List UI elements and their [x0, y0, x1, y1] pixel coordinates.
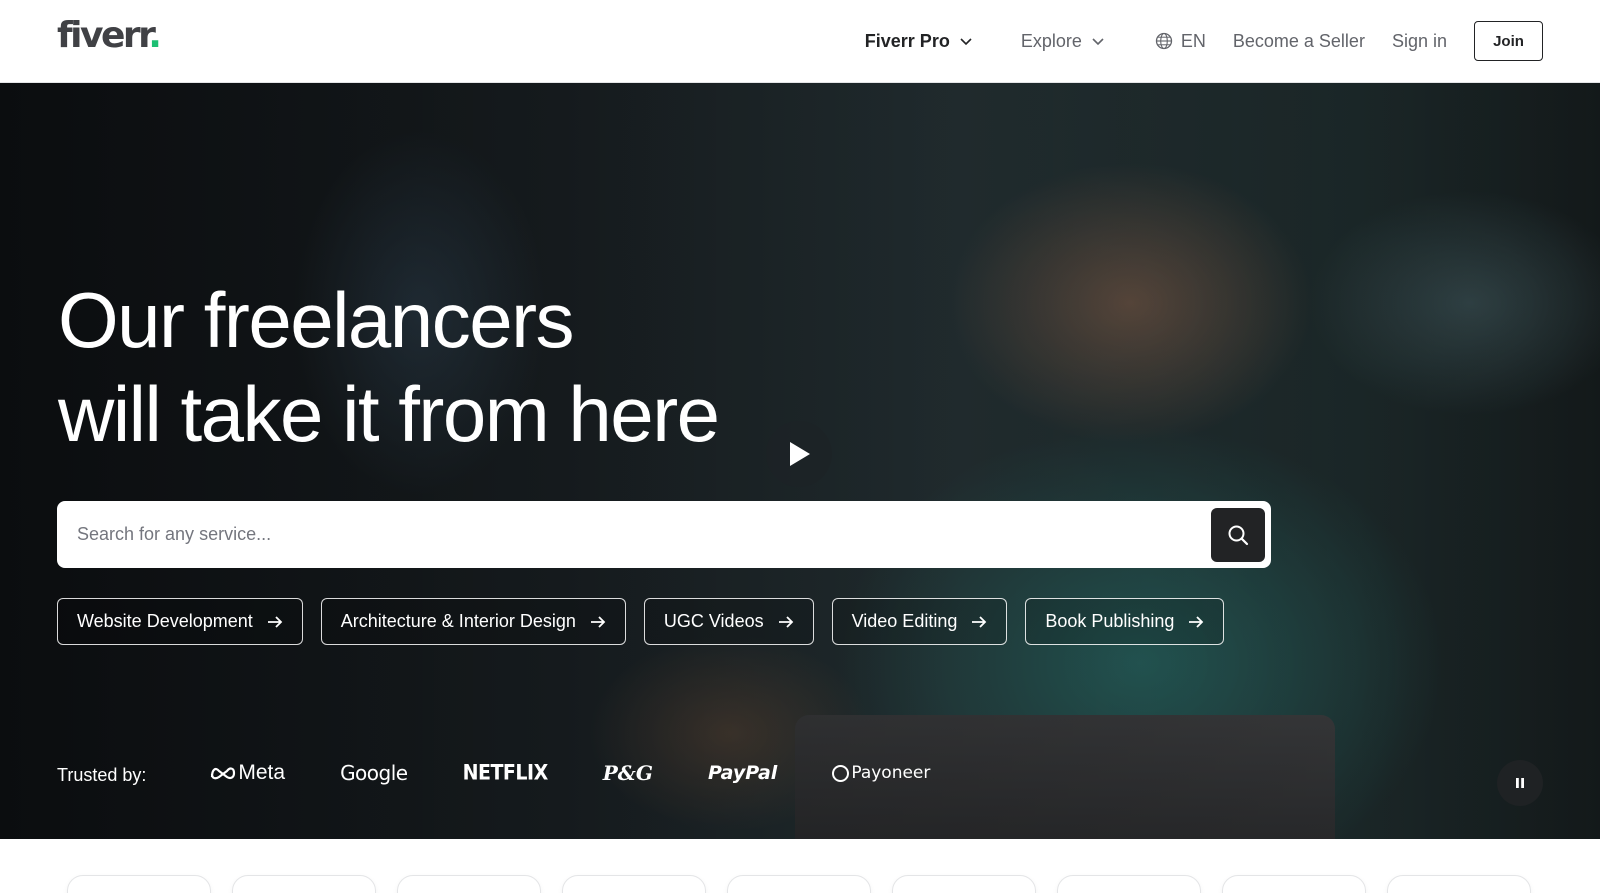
chevron-down-icon — [960, 38, 972, 46]
nav-become-seller[interactable]: Become a Seller — [1233, 31, 1365, 52]
join-button[interactable]: Join — [1474, 21, 1543, 61]
category-card[interactable] — [727, 875, 871, 893]
chip-label: Architecture & Interior Design — [340, 611, 576, 631]
brand-payoneer: Payoneer — [832, 763, 930, 783]
nav-become-seller-label: Become a Seller — [1232, 30, 1365, 51]
arrow-right-icon — [267, 615, 283, 628]
video-pause-button[interactable] — [1497, 760, 1543, 806]
chip-video-editing[interactable]: Video Editing — [831, 598, 1008, 645]
site-header: fiverr. Fiverr Pro Explore EN Become a S… — [0, 0, 1600, 83]
category-card[interactable] — [1222, 875, 1366, 893]
category-card[interactable] — [892, 875, 1036, 893]
meta-logo-icon — [211, 767, 236, 780]
category-card[interactable] — [1057, 875, 1201, 893]
nav-explore-label: Explore — [1020, 30, 1082, 51]
chip-label: Book Publishing — [1045, 611, 1175, 631]
hero-title-line-1: Our freelancers — [58, 276, 575, 364]
globe-icon — [1155, 32, 1173, 50]
nav-sign-in[interactable]: Sign in — [1392, 31, 1447, 52]
category-card[interactable] — [562, 875, 706, 893]
nav-fiverr-pro-label: Fiverr Pro — [864, 30, 950, 51]
nav-language[interactable]: EN — [1155, 31, 1206, 52]
trusted-by-row: Trusted by: Meta Google NETFLIX P&G PayP… — [57, 753, 985, 793]
search-input[interactable] — [57, 501, 1211, 568]
chip-website-development[interactable]: Website Development — [57, 598, 303, 645]
category-card[interactable] — [67, 875, 211, 893]
arrow-right-icon — [590, 615, 606, 628]
category-card[interactable] — [1387, 875, 1531, 893]
chip-label: Website Development — [77, 611, 253, 631]
chip-architecture-interior-design[interactable]: Architecture & Interior Design — [320, 598, 626, 645]
brand-pg: P&G — [602, 761, 653, 785]
brand-paypal: PayPal — [707, 762, 778, 784]
search-icon — [1228, 525, 1249, 545]
brand-payoneer-label: Payoneer — [851, 763, 931, 783]
hero-title-line-2: will take it from here — [58, 370, 720, 458]
brand-netflix: NETFLIX — [462, 760, 549, 786]
trusted-by-label: Trusted by: — [57, 765, 147, 785]
nav-explore[interactable]: Explore — [1021, 31, 1105, 52]
payoneer-circle-icon — [832, 764, 850, 782]
nav-fiverr-pro[interactable]: Fiverr Pro — [865, 31, 973, 52]
chip-ugc-videos[interactable]: UGC Videos — [643, 598, 814, 645]
category-card[interactable] — [397, 875, 541, 893]
pause-icon — [1516, 778, 1524, 788]
hero-section: Our freelancers will take it from here W… — [0, 83, 1600, 839]
popular-services: Website Development Architecture & Inter… — [57, 598, 1225, 645]
category-cards-strip — [67, 875, 1547, 893]
logo-dot: . — [148, 15, 162, 56]
category-card[interactable] — [232, 875, 376, 893]
hero-title: Our freelancers will take it from here — [58, 273, 858, 461]
chip-book-publishing[interactable]: Book Publishing — [1025, 598, 1225, 645]
search-button[interactable] — [1211, 507, 1265, 562]
chip-label: UGC Videos — [663, 611, 764, 631]
arrow-right-icon — [1189, 615, 1204, 628]
fiverr-logo[interactable]: fiverr. — [57, 14, 162, 58]
nav-language-label: EN — [1180, 30, 1206, 51]
nav-sign-in-label: Sign in — [1391, 30, 1447, 51]
arrow-right-icon — [972, 615, 987, 628]
brand-google: Google — [340, 761, 408, 785]
brand-meta-label: Meta — [238, 761, 286, 784]
arrow-right-icon — [778, 615, 793, 628]
logo-text: fiverr — [57, 15, 151, 56]
chevron-down-icon — [1092, 38, 1104, 46]
brand-meta: Meta — [210, 761, 285, 785]
search-bar — [57, 501, 1271, 568]
top-nav: Fiverr Pro Explore EN Become a Seller Si… — [865, 0, 1543, 82]
chip-label: Video Editing — [851, 611, 958, 631]
